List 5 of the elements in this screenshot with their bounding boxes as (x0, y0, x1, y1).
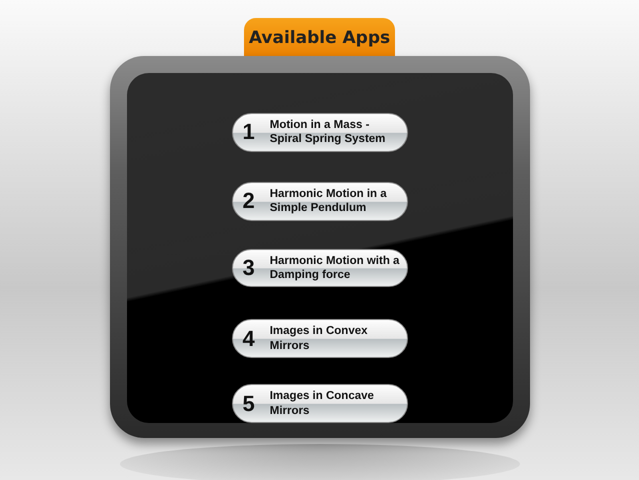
app-button[interactable]: 4 Images in Convex Mirrors (232, 319, 408, 358)
app-button[interactable]: 2 Harmonic Motion in a Simple Pendulum (232, 182, 408, 221)
app-button[interactable]: 3 Harmonic Motion with a Damping force (232, 248, 408, 288)
app-button[interactable]: 5 Images in Concave Mirrors (232, 384, 408, 423)
app-button[interactable]: 1 Motion in a Mass - Spiral Spring System (232, 113, 408, 152)
